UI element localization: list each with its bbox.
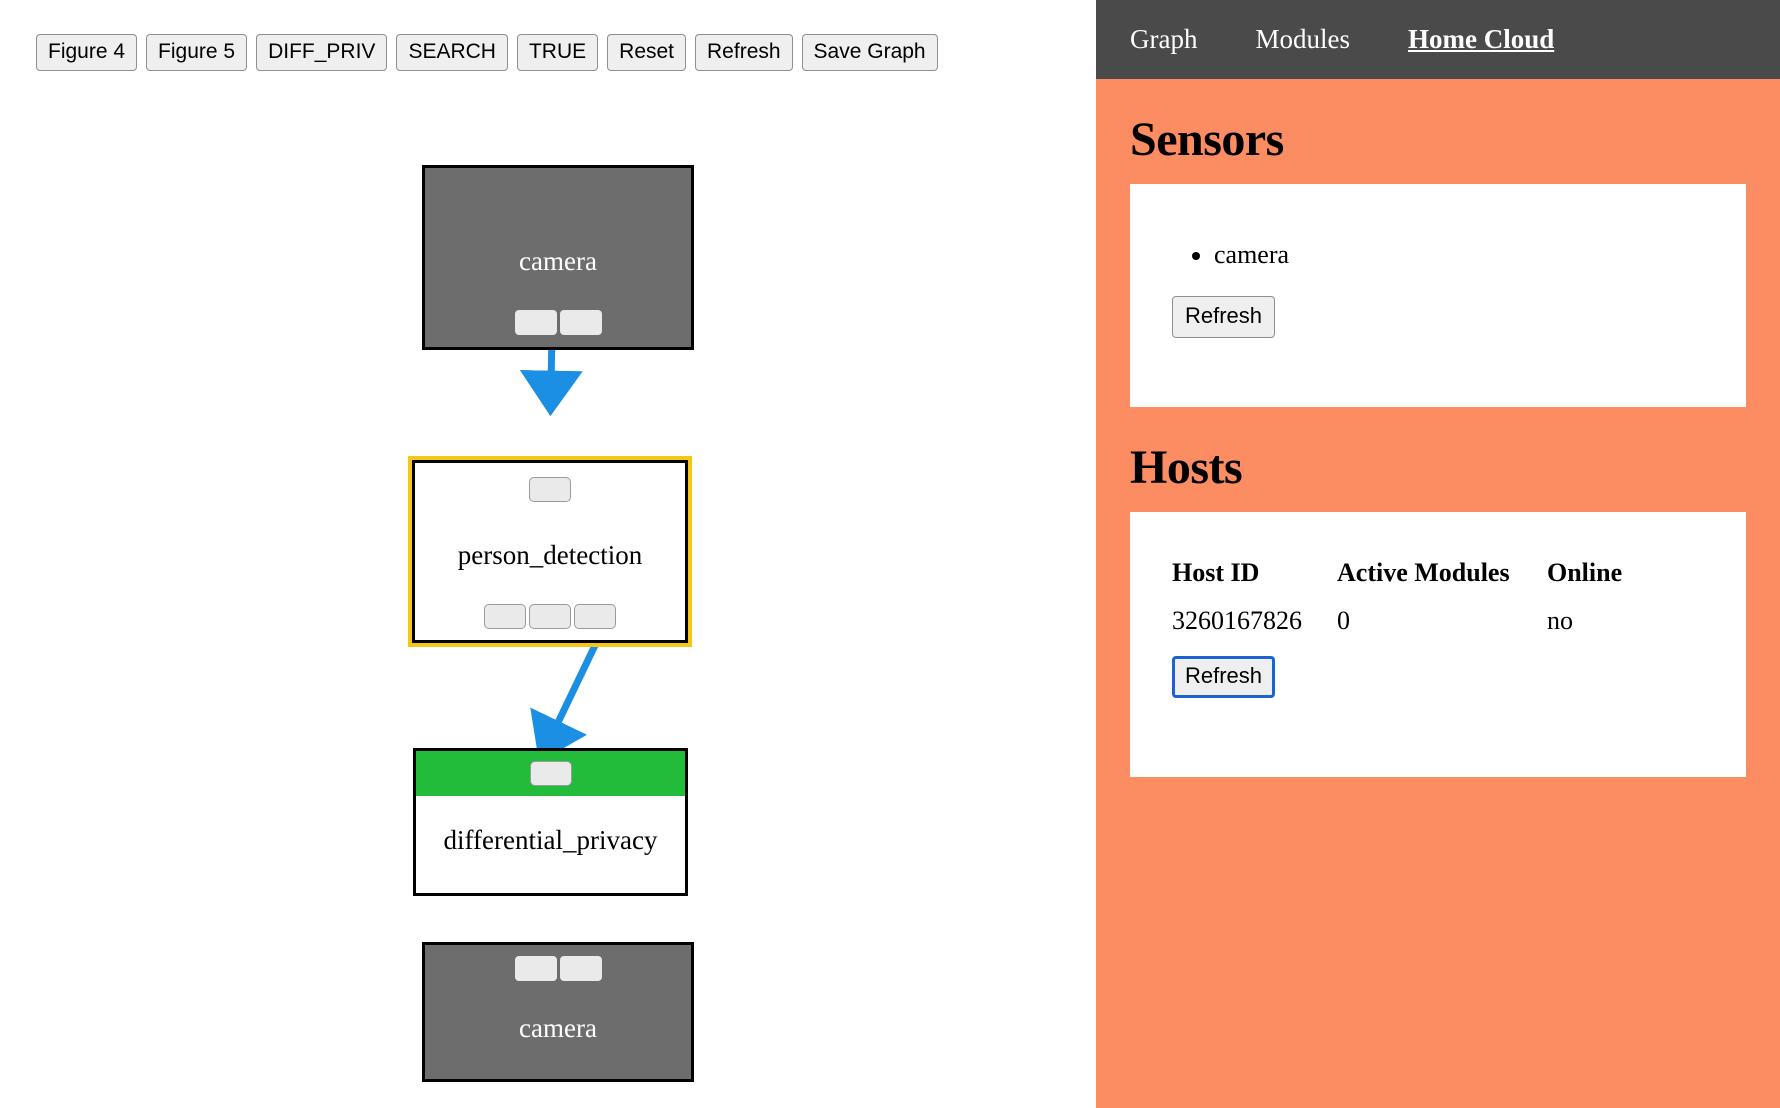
node-port-button-output-1[interactable]	[514, 310, 557, 335]
hosts-table: Host ID Active Modules Online 3260167826…	[1172, 558, 1704, 636]
sensors-section-title: Sensors	[1130, 113, 1284, 166]
graph-node-camera-top[interactable]: camera	[422, 165, 694, 350]
node-port-button-output-3[interactable]	[574, 604, 616, 629]
hosts-section-title: Hosts	[1130, 441, 1243, 494]
reset-button[interactable]: Reset	[607, 34, 687, 71]
node-label-camera-bottom: camera	[519, 1013, 597, 1043]
graph-editor-pane: Figure 4 Figure 5 DIFF_PRIV SEARCH TRUE …	[0, 0, 1096, 1108]
edge-person-detection-to-differential-privacy	[530, 633, 604, 763]
node-ports-differential-privacy-input	[416, 761, 685, 786]
node-port-button-output-2[interactable]	[529, 604, 571, 629]
list-item-sensor[interactable]: camera	[1214, 240, 1704, 270]
cell-online: no	[1547, 606, 1573, 635]
node-label-person-detection: person_detection	[457, 540, 643, 570]
node-ports-camera-bottom	[425, 956, 691, 981]
node-ports-camera-top	[425, 310, 691, 335]
graph-node-differential-privacy[interactable]: differential_privacy	[413, 748, 688, 896]
diff-priv-button[interactable]: DIFF_PRIV	[256, 34, 388, 71]
table-row[interactable]: 3260167826 0 no	[1172, 606, 1704, 636]
graph-toolbar: Figure 4 Figure 5 DIFF_PRIV SEARCH TRUE …	[36, 34, 938, 71]
sensors-refresh-button[interactable]: Refresh	[1172, 296, 1276, 338]
search-button[interactable]: SEARCH	[396, 34, 508, 71]
node-port-button-output-2[interactable]	[559, 310, 602, 335]
graph-canvas[interactable]: camera person_detection differential_pri…	[0, 90, 1096, 1108]
refresh-button[interactable]: Refresh	[695, 34, 793, 71]
column-header-online: Online	[1547, 558, 1623, 587]
sensors-list: camera	[1172, 240, 1704, 270]
node-ports-person-detection-input	[415, 477, 685, 502]
nav-link-modules[interactable]: Modules	[1255, 24, 1350, 55]
node-port-button-input-1[interactable]	[529, 761, 572, 786]
node-port-button-output-2[interactable]	[559, 956, 602, 981]
nav-link-graph[interactable]: Graph	[1130, 24, 1197, 55]
node-label-differential-privacy: differential_privacy	[443, 825, 658, 855]
hosts-refresh-button[interactable]: Refresh	[1172, 656, 1276, 698]
figure-4-button[interactable]: Figure 4	[36, 34, 138, 71]
column-header-active-modules: Active Modules	[1337, 558, 1510, 587]
table-header-row: Host ID Active Modules Online	[1172, 558, 1704, 606]
node-ports-person-detection-output	[415, 604, 685, 629]
figure-5-button[interactable]: Figure 5	[146, 34, 248, 71]
node-port-button-output-1[interactable]	[484, 604, 526, 629]
application-window: Figure 4 Figure 5 DIFF_PRIV SEARCH TRUE …	[0, 0, 1780, 1108]
node-port-button-output-1[interactable]	[514, 956, 557, 981]
true-button[interactable]: TRUE	[516, 34, 599, 71]
top-navigation-bar: Graph Modules Home Cloud	[1096, 0, 1780, 79]
home-cloud-body: Sensors camera Refresh Hosts Host ID Act…	[1096, 112, 1780, 777]
nav-link-home-cloud[interactable]: Home Cloud	[1408, 24, 1554, 55]
cell-host-id: 3260167826	[1172, 606, 1302, 635]
hosts-card: Host ID Active Modules Online 3260167826…	[1130, 512, 1746, 777]
sensors-card: camera Refresh	[1130, 184, 1746, 407]
node-port-button-input-1[interactable]	[529, 477, 571, 502]
save-graph-button[interactable]: Save Graph	[801, 34, 938, 71]
node-label-camera-top: camera	[519, 246, 597, 276]
graph-node-person-detection[interactable]: person_detection	[408, 456, 692, 647]
graph-node-camera-bottom[interactable]: camera	[422, 942, 694, 1082]
home-cloud-pane: Graph Modules Home Cloud Sensors camera …	[1096, 0, 1780, 1108]
cell-active-modules: 0	[1337, 606, 1350, 635]
column-header-host-id: Host ID	[1172, 558, 1260, 587]
